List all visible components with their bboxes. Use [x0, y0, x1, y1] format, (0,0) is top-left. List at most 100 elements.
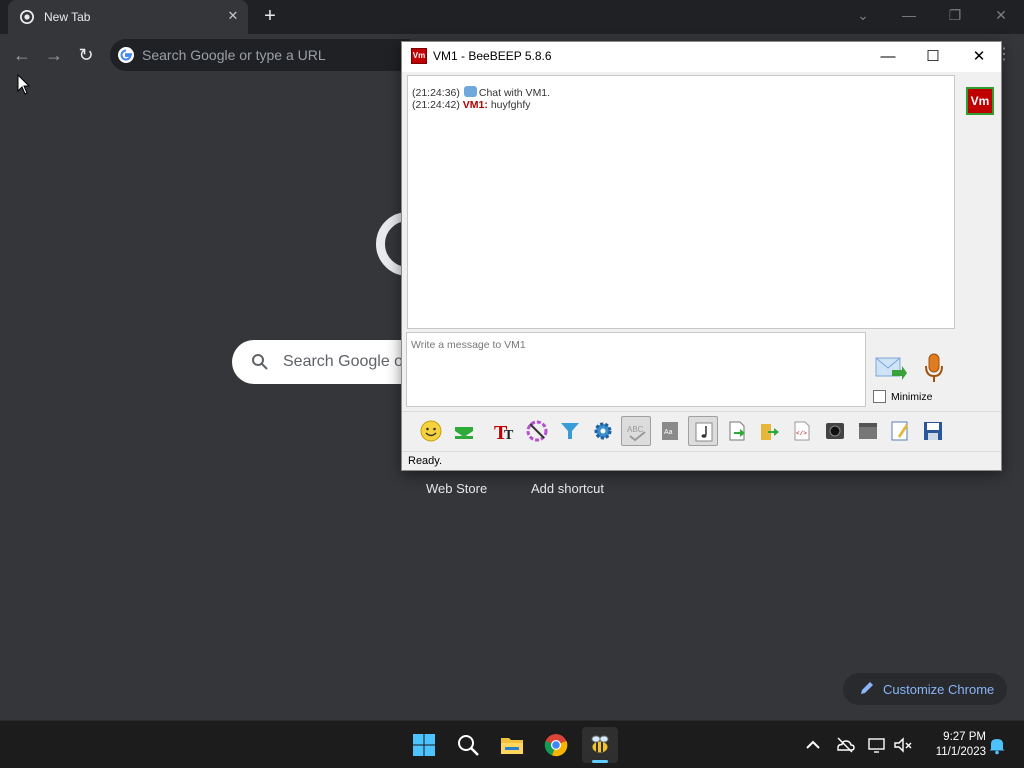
status-text: Ready.: [408, 455, 443, 467]
folder-icon: [501, 738, 523, 754]
windows-taskbar: 9:27 PM 11/1/2023: [0, 720, 1024, 768]
screenshot-button[interactable]: [820, 416, 850, 446]
window-button[interactable]: [853, 416, 883, 446]
spellcheck-button[interactable]: ABC: [621, 416, 651, 446]
taskbar-chrome[interactable]: [538, 727, 574, 763]
beebeep-close-button[interactable]: ✕: [964, 46, 994, 68]
chrome-tabstrip: New Tab ✕ + ⌄ — ❐ ✕: [0, 0, 1024, 34]
tab-new-tab[interactable]: New Tab ✕: [8, 0, 248, 34]
chat-message: (21:24:36) Chat with VM1.: [412, 86, 550, 99]
microphone-icon[interactable]: [922, 352, 946, 384]
avatar[interactable]: Vm: [966, 87, 994, 115]
camera-icon: [826, 423, 844, 439]
beebeep-maximize-button[interactable]: ☐: [918, 46, 948, 68]
color-button[interactable]: [522, 416, 552, 446]
tab-search-chevron-icon[interactable]: ⌄: [848, 4, 878, 26]
forward-arrow-icon[interactable]: →: [42, 43, 66, 67]
chrome-icon: [544, 734, 568, 757]
svg-text:Aa: Aa: [664, 429, 673, 436]
window-icon: [859, 423, 877, 439]
chrome-tab-icon: [20, 10, 34, 24]
network-icon[interactable]: [867, 735, 887, 755]
onedrive-offline-icon[interactable]: [835, 735, 855, 755]
clock-time: 9:27 PM: [943, 731, 986, 743]
shortcut-add[interactable]: Add shortcut: [531, 481, 604, 496]
message-text: Chat with VM1.: [478, 87, 551, 99]
shortcut-web-store[interactable]: Web Store: [426, 481, 487, 496]
message-timestamp: (21:24:42): [412, 99, 460, 111]
color-palette-icon: [526, 420, 548, 442]
beebeep-titlebar[interactable]: Vm VM1 - BeeBEEP 5.8.6 — ☐ ✕: [402, 42, 1001, 72]
beebeep-app-icon: Vm: [411, 48, 427, 64]
tab-title: New Tab: [44, 10, 91, 24]
folder-send-icon: [761, 424, 779, 440]
settings-button[interactable]: [588, 416, 618, 446]
svg-text:ABC: ABC: [627, 425, 644, 434]
smiley-icon: [420, 420, 442, 442]
mouse-cursor-icon: [17, 74, 31, 95]
send-folder-button[interactable]: [754, 416, 784, 446]
chrome-close-button[interactable]: ✕: [986, 4, 1016, 26]
active-app-indicator: [592, 760, 608, 763]
taskbar-search-button[interactable]: [450, 727, 486, 763]
customize-chrome-button[interactable]: Customize Chrome: [843, 673, 1007, 705]
chat-bubble-icon: [463, 86, 477, 97]
gear-icon: [594, 422, 612, 440]
omnibox[interactable]: Search Google or type a URL: [110, 39, 410, 71]
notes-button[interactable]: [885, 416, 915, 446]
chat-history[interactable]: (21:24:36) Chat with VM1. (21:24:42) VM1:…: [407, 75, 955, 329]
pencil-icon: [861, 682, 873, 694]
chevron-up-icon[interactable]: [803, 735, 823, 755]
spellcheck-icon: ABC: [627, 425, 646, 442]
message-sender: VM1:: [462, 99, 488, 111]
clock-date: 11/1/2023: [935, 746, 986, 758]
sound-button[interactable]: [688, 416, 718, 446]
ntp-search-placeholder: Search Google o: [283, 353, 404, 370]
chrome-restore-button[interactable]: ❐: [940, 4, 970, 26]
message-input[interactable]: [407, 333, 865, 406]
user-side-panel: Vm: [958, 75, 1000, 409]
volume-muted-icon[interactable]: [893, 735, 913, 755]
search-icon: [458, 735, 479, 756]
svg-text:</>: </>: [796, 430, 807, 437]
start-button[interactable]: [406, 727, 442, 763]
svg-text:T: T: [504, 428, 514, 442]
back-arrow-icon[interactable]: ←: [10, 43, 34, 67]
taskbar-clock[interactable]: 9:27 PM 11/1/2023: [920, 730, 986, 760]
code-icon: </>: [794, 421, 810, 441]
reload-icon[interactable]: ↻: [74, 43, 98, 67]
dictionary-button[interactable]: Aa: [655, 416, 685, 446]
music-note-icon: [695, 422, 713, 442]
minimize-checkbox[interactable]: [873, 390, 886, 403]
chat-message: (21:24:42) VM1: huyfghfy: [412, 99, 531, 111]
shortcuts-button[interactable]: [449, 416, 479, 446]
notepad-icon: [891, 421, 908, 441]
message-input-box[interactable]: [406, 332, 866, 407]
file-send-icon: [729, 421, 745, 441]
beebeep-minimize-button[interactable]: —: [873, 46, 903, 68]
filter-button[interactable]: [555, 416, 585, 446]
message-text: huyfghfy: [490, 99, 531, 111]
tab-close-icon[interactable]: ✕: [224, 7, 242, 25]
message-timestamp: (21:24:36): [412, 87, 460, 99]
beebeep-window: Vm VM1 - BeeBEEP 5.8.6 — ☐ ✕ (21:24:36) C…: [401, 41, 1002, 471]
bee-icon: [591, 735, 609, 754]
windows-logo-icon: [413, 734, 435, 756]
new-tab-button[interactable]: +: [259, 5, 281, 27]
omnibox-placeholder: Search Google or type a URL: [142, 47, 326, 63]
send-message-icon[interactable]: [874, 354, 908, 382]
notification-bell-icon[interactable]: [987, 735, 1007, 755]
emoticon-button[interactable]: [416, 416, 446, 446]
html-button[interactable]: </>: [787, 416, 817, 446]
send-file-button[interactable]: [722, 416, 752, 446]
save-icon: [924, 422, 942, 440]
taskbar-beebeep[interactable]: [582, 727, 618, 763]
font-button[interactable]: TT: [489, 416, 519, 446]
status-bar: Ready.: [402, 451, 1001, 470]
taskbar-file-explorer[interactable]: [494, 727, 530, 763]
google-g-icon: [118, 47, 134, 63]
customize-chrome-label: Customize Chrome: [883, 682, 995, 697]
chrome-minimize-button[interactable]: —: [894, 4, 924, 26]
save-chat-button[interactable]: [918, 416, 948, 446]
font-icon: TT: [494, 422, 514, 442]
